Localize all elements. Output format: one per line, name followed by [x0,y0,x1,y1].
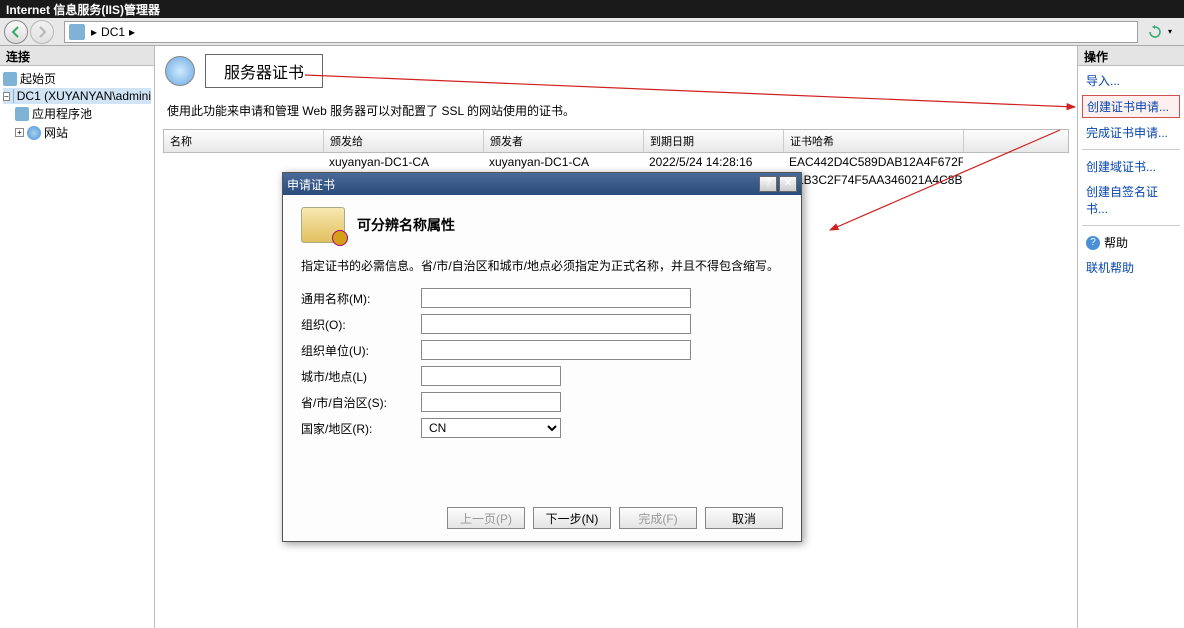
label-org-unit: 组织单位(U): [301,342,421,359]
dialog-window-controls: ? ✕ [759,176,797,192]
dialog-title: 申请证书 [287,176,335,193]
cancel-button[interactable]: 取消 [705,507,783,529]
dialog-description: 指定证书的必需信息。省/市/自治区和城市/地点必须指定为正式名称，并且不得包含缩… [301,257,783,274]
row-common-name: 通用名称(M): [301,288,783,308]
action-help[interactable]: ? 帮助 [1082,232,1180,253]
cell-hash: B1B3C2F74F5AA346021A4C8B8... [783,171,963,189]
col-issued-by[interactable]: 颁发者 [484,130,644,152]
app-pool-icon [15,107,29,121]
cell-name [163,153,323,171]
actions-list: 导入... 创建证书申请... 完成证书申请... 创建域证书... 创建自签名… [1078,66,1184,282]
action-create-selfsigned-cert[interactable]: 创建自签名证书... [1082,181,1180,219]
tree-app-pools[interactable]: 应用程序池 [3,104,151,123]
dialog-form: 通用名称(M): 组织(O): 组织单位(U): 城市/地点(L) 省/市/自治… [301,288,783,438]
state-field[interactable] [421,392,561,412]
refresh-icon [1148,25,1162,39]
nav-back-button[interactable] [4,20,28,44]
city-field[interactable] [421,366,561,386]
tree-label: 网站 [44,124,68,141]
request-cert-dialog: 申请证书 ? ✕ 可分辨名称属性 指定证书的必需信息。省/市/自治区和城市/地点… [282,172,802,542]
feature-title-row: 服务器证书 [155,46,1077,96]
dialog-buttons: 上一页(P) 下一步(N) 完成(F) 取消 [301,497,783,529]
cell-issued-to: xuyanyan-DC1-CA [323,153,483,171]
tree-expand-icon[interactable]: + [15,128,24,137]
cell-issued-by: xuyanyan-DC1-CA [483,153,643,171]
server-icon [69,24,85,40]
breadcrumb-arrow-icon: ▸ [91,25,97,39]
feature-title: 服务器证书 [205,54,323,88]
col-issued-to[interactable]: 颁发给 [324,130,484,152]
window-titlebar: Internet 信息服务(IIS)管理器 [0,0,1184,18]
breadcrumb-arrow-icon: ▸ [129,25,135,39]
row-state: 省/市/自治区(S): [301,392,783,412]
cell-expiry: 2022/5/24 14:28:16 [643,153,783,171]
dialog-header: 可分辨名称属性 [301,207,783,243]
help-icon: ? [1086,236,1100,250]
dialog-body: 可分辨名称属性 指定证书的必需信息。省/市/自治区和城市/地点必须指定为正式名称… [283,195,801,541]
finish-button[interactable]: 完成(F) [619,507,697,529]
start-page-icon [3,72,17,86]
tree-start-page[interactable]: 起始页 [3,69,151,88]
action-online-help[interactable]: 联机帮助 [1082,257,1180,278]
cell-hash: EAC442D4C589DAB12A4F672F6... [783,153,963,171]
row-city: 城市/地点(L) [301,366,783,386]
row-country: 国家/地区(R): CN [301,418,783,438]
breadcrumb-node[interactable]: DC1 [101,25,125,39]
help-label: 帮助 [1104,234,1128,251]
nav-forward-button[interactable] [30,20,54,44]
col-hash[interactable]: 证书哈希 [784,130,964,152]
divider [1082,225,1180,226]
connections-panel: 连接 起始页 − DC1 (XUYANYAN\admini 应用程序池 + 网站 [0,46,155,628]
row-org-unit: 组织单位(U): [301,340,783,360]
col-expiry[interactable]: 到期日期 [644,130,784,152]
action-complete-cert-request[interactable]: 完成证书申请... [1082,122,1180,143]
tree-server-node[interactable]: − DC1 (XUYANYAN\admini [3,88,151,104]
cert-table-header[interactable]: 名称 颁发给 颁发者 到期日期 证书哈希 [163,129,1069,153]
action-create-domain-cert[interactable]: 创建域证书... [1082,156,1180,177]
connections-header: 连接 [0,46,154,66]
org-unit-field[interactable] [421,340,691,360]
tree-collapse-icon[interactable]: − [3,92,10,101]
certificate-icon [301,207,345,243]
label-organization: 组织(O): [301,316,421,333]
label-common-name: 通用名称(M): [301,290,421,307]
dialog-titlebar[interactable]: 申请证书 ? ✕ [283,173,801,195]
tree-label: 应用程序池 [32,105,92,122]
feature-description: 使用此功能来申请和管理 Web 服务器可以对配置了 SSL 的网站使用的证书。 [155,96,1077,125]
dialog-close-button[interactable]: ✕ [779,176,797,192]
table-row[interactable]: xuyanyan-DC1-CA xuyanyan-DC1-CA 2022/5/2… [163,153,1069,171]
actions-header: 操作 [1078,46,1184,66]
tree-label: 起始页 [20,70,56,87]
dialog-help-button[interactable]: ? [759,176,777,192]
cert-feature-icon [165,56,195,86]
actions-panel: 操作 导入... 创建证书申请... 完成证书申请... 创建域证书... 创建… [1078,46,1184,628]
dropdown-icon: ▾ [1168,27,1172,36]
toolbar: ▸ DC1 ▸ ▾ [0,18,1184,46]
common-name-field[interactable] [421,288,691,308]
window-title: Internet 信息服务(IIS)管理器 [6,3,160,17]
label-city: 城市/地点(L) [301,368,421,385]
label-country: 国家/地区(R): [301,420,421,437]
action-create-cert-request[interactable]: 创建证书申请... [1082,95,1180,118]
breadcrumb[interactable]: ▸ DC1 ▸ [91,25,135,39]
prev-button[interactable]: 上一页(P) [447,507,525,529]
dialog-section-title: 可分辨名称属性 [357,215,455,235]
connections-tree: 起始页 − DC1 (XUYANYAN\admini 应用程序池 + 网站 [0,66,154,145]
organization-field[interactable] [421,314,691,334]
tree-sites[interactable]: + 网站 [3,123,151,142]
divider [1082,149,1180,150]
server-icon [13,89,14,103]
tree-label: DC1 (XUYANYAN\admini [17,89,151,103]
toolbar-refresh[interactable]: ▾ [1140,21,1180,43]
address-bar[interactable]: ▸ DC1 ▸ [64,21,1138,43]
col-name[interactable]: 名称 [164,130,324,152]
country-select[interactable]: CN [421,418,561,438]
label-state: 省/市/自治区(S): [301,394,421,411]
next-button[interactable]: 下一步(N) [533,507,611,529]
action-import[interactable]: 导入... [1082,70,1180,91]
row-organization: 组织(O): [301,314,783,334]
globe-icon [27,126,41,140]
